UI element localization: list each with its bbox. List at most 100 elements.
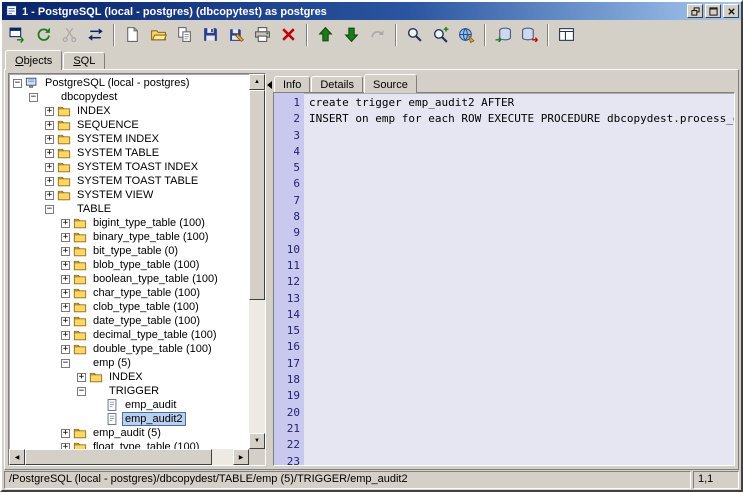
expand-toggle-icon[interactable]: + xyxy=(45,121,54,130)
expand-toggle-icon[interactable]: + xyxy=(45,177,54,186)
title-bar[interactable]: 1 - PostgreSQL (local - postgres) (dbcop… xyxy=(2,2,741,20)
tree-item[interactable]: +SEQUENCE xyxy=(11,118,249,132)
expand-toggle-icon[interactable]: + xyxy=(61,303,70,312)
tree-item[interactable]: +binary_type_table (100) xyxy=(11,230,249,244)
tree-item[interactable]: +decimal_type_table (100) xyxy=(11,328,249,342)
tab-details[interactable]: Details xyxy=(311,76,363,92)
tree-item[interactable]: emp_audit xyxy=(11,398,249,412)
line-number: 12 xyxy=(274,274,300,290)
window-maximize-button[interactable] xyxy=(705,4,721,18)
cut-button[interactable] xyxy=(57,22,82,47)
expand-toggle-icon[interactable]: + xyxy=(45,149,54,158)
window-title: 1 - PostgreSQL (local - postgres) (dbcop… xyxy=(22,5,684,18)
move-up-button[interactable] xyxy=(313,22,338,47)
source-code-area[interactable]: create trigger emp_audit2 AFTERINSERT on… xyxy=(304,93,734,465)
save-as-button[interactable] xyxy=(224,22,249,47)
tree-item[interactable]: +SYSTEM TABLE xyxy=(11,146,249,160)
collapse-toggle-icon[interactable]: − xyxy=(45,205,54,214)
expand-toggle-icon[interactable]: + xyxy=(45,163,54,172)
copy-button[interactable] xyxy=(172,22,197,47)
transfer-button[interactable] xyxy=(83,22,108,47)
move-down-button[interactable] xyxy=(339,22,364,47)
session-properties-button[interactable] xyxy=(454,22,479,47)
expand-toggle-icon[interactable]: + xyxy=(45,135,54,144)
scroll-down-button[interactable]: ▼ xyxy=(249,433,265,449)
tree-item[interactable]: −TABLE xyxy=(11,202,249,216)
scroll-up-button[interactable]: ▲ xyxy=(249,74,265,90)
expand-toggle-icon[interactable]: + xyxy=(45,191,54,200)
tab-sql[interactable]: SQL xyxy=(63,52,105,69)
tab-info[interactable]: Info xyxy=(274,76,310,92)
window-restore-button[interactable] xyxy=(687,4,703,18)
collapse-toggle-icon[interactable]: − xyxy=(13,79,22,88)
tree-item[interactable]: +char_type_table (100) xyxy=(11,286,249,300)
tree-item[interactable]: −dbcopydest xyxy=(11,90,249,104)
tree-item[interactable]: +bigint_type_table (100) xyxy=(11,216,249,230)
folder-open-icon xyxy=(57,202,72,216)
expand-toggle-icon[interactable]: + xyxy=(61,247,70,256)
expand-toggle-icon[interactable]: + xyxy=(61,429,70,438)
tree-item[interactable]: +double_type_table (100) xyxy=(11,342,249,356)
expand-toggle-icon[interactable]: + xyxy=(61,261,70,270)
tree-item[interactable]: +SYSTEM TOAST INDEX xyxy=(11,160,249,174)
export-tables-button[interactable] xyxy=(517,22,542,47)
tree-item[interactable]: −PostgreSQL (local - postgres) xyxy=(11,76,249,90)
new-file-button[interactable] xyxy=(120,22,145,47)
window-layout-button[interactable] xyxy=(554,22,579,47)
scroll-left-button[interactable]: ◀ xyxy=(9,449,25,465)
collapse-toggle-icon[interactable]: − xyxy=(61,359,70,368)
print-button[interactable] xyxy=(250,22,275,47)
find-next-button[interactable] xyxy=(428,22,453,47)
tree-item[interactable]: −TRIGGER xyxy=(11,384,249,398)
expand-toggle-icon[interactable]: + xyxy=(61,233,70,242)
import-tables-button[interactable] xyxy=(491,22,516,47)
tree-item[interactable]: +date_type_table (100) xyxy=(11,314,249,328)
tab-source[interactable]: Source xyxy=(364,74,417,93)
expand-toggle-icon[interactable]: + xyxy=(61,219,70,228)
tree-vertical-scrollbar[interactable]: ▲ ▼ xyxy=(249,74,265,449)
tree-item[interactable]: +SYSTEM TOAST TABLE xyxy=(11,174,249,188)
object-tree[interactable]: −PostgreSQL (local - postgres)−dbcopydes… xyxy=(11,76,249,449)
tree-item[interactable]: +blob_type_table (100) xyxy=(11,258,249,272)
refresh-button[interactable] xyxy=(31,22,56,47)
split-pane-divider[interactable] xyxy=(266,73,273,466)
delete-button[interactable] xyxy=(276,22,301,47)
tree-horizontal-scrollbar[interactable]: ◀ ▶ xyxy=(9,449,249,465)
tree-item[interactable]: +bit_type_table (0) xyxy=(11,244,249,258)
arrow-up-icon xyxy=(317,26,334,43)
tree-item[interactable]: emp_audit2 xyxy=(11,412,249,426)
source-line xyxy=(309,193,734,209)
session-window-button[interactable] xyxy=(5,22,30,47)
tree-item[interactable]: +float_type_table (100) xyxy=(11,440,249,449)
vertical-scroll-thumb[interactable] xyxy=(249,90,265,300)
tree-item[interactable]: +emp_audit (5) xyxy=(11,426,249,440)
open-file-button[interactable] xyxy=(146,22,171,47)
tree-item[interactable]: +INDEX xyxy=(11,104,249,118)
expand-toggle-icon[interactable]: + xyxy=(61,331,70,340)
tree-item[interactable]: −emp (5) xyxy=(11,356,249,370)
scroll-right-button[interactable]: ▶ xyxy=(233,449,249,465)
expand-toggle-icon[interactable]: + xyxy=(61,289,70,298)
collapse-toggle-icon[interactable]: − xyxy=(29,93,38,102)
collapse-toggle-icon[interactable]: − xyxy=(77,387,86,396)
source-viewer[interactable]: 1234567891011121314151617181920212223 cr… xyxy=(273,92,735,466)
tree-item[interactable]: +SYSTEM INDEX xyxy=(11,132,249,146)
expand-toggle-icon[interactable]: + xyxy=(61,275,70,284)
redo-button[interactable] xyxy=(365,22,390,47)
tree-item[interactable]: +boolean_type_table (100) xyxy=(11,272,249,286)
tree-item[interactable]: +SYSTEM VIEW xyxy=(11,188,249,202)
line-number: 18 xyxy=(274,372,300,388)
source-line xyxy=(309,339,734,355)
expand-toggle-icon[interactable]: + xyxy=(77,373,86,382)
tree-item[interactable]: +clob_type_table (100) xyxy=(11,300,249,314)
window-close-button[interactable] xyxy=(723,4,739,18)
save-button[interactable] xyxy=(198,22,223,47)
expand-toggle-icon[interactable]: + xyxy=(45,107,54,116)
expand-toggle-icon[interactable]: + xyxy=(61,317,70,326)
tree-item[interactable]: +INDEX xyxy=(11,370,249,384)
collapse-left-icon[interactable] xyxy=(267,81,272,89)
expand-toggle-icon[interactable]: + xyxy=(61,345,70,354)
tab-objects[interactable]: Objects xyxy=(5,50,62,70)
horizontal-scroll-thumb[interactable] xyxy=(25,449,212,465)
find-button[interactable] xyxy=(402,22,427,47)
